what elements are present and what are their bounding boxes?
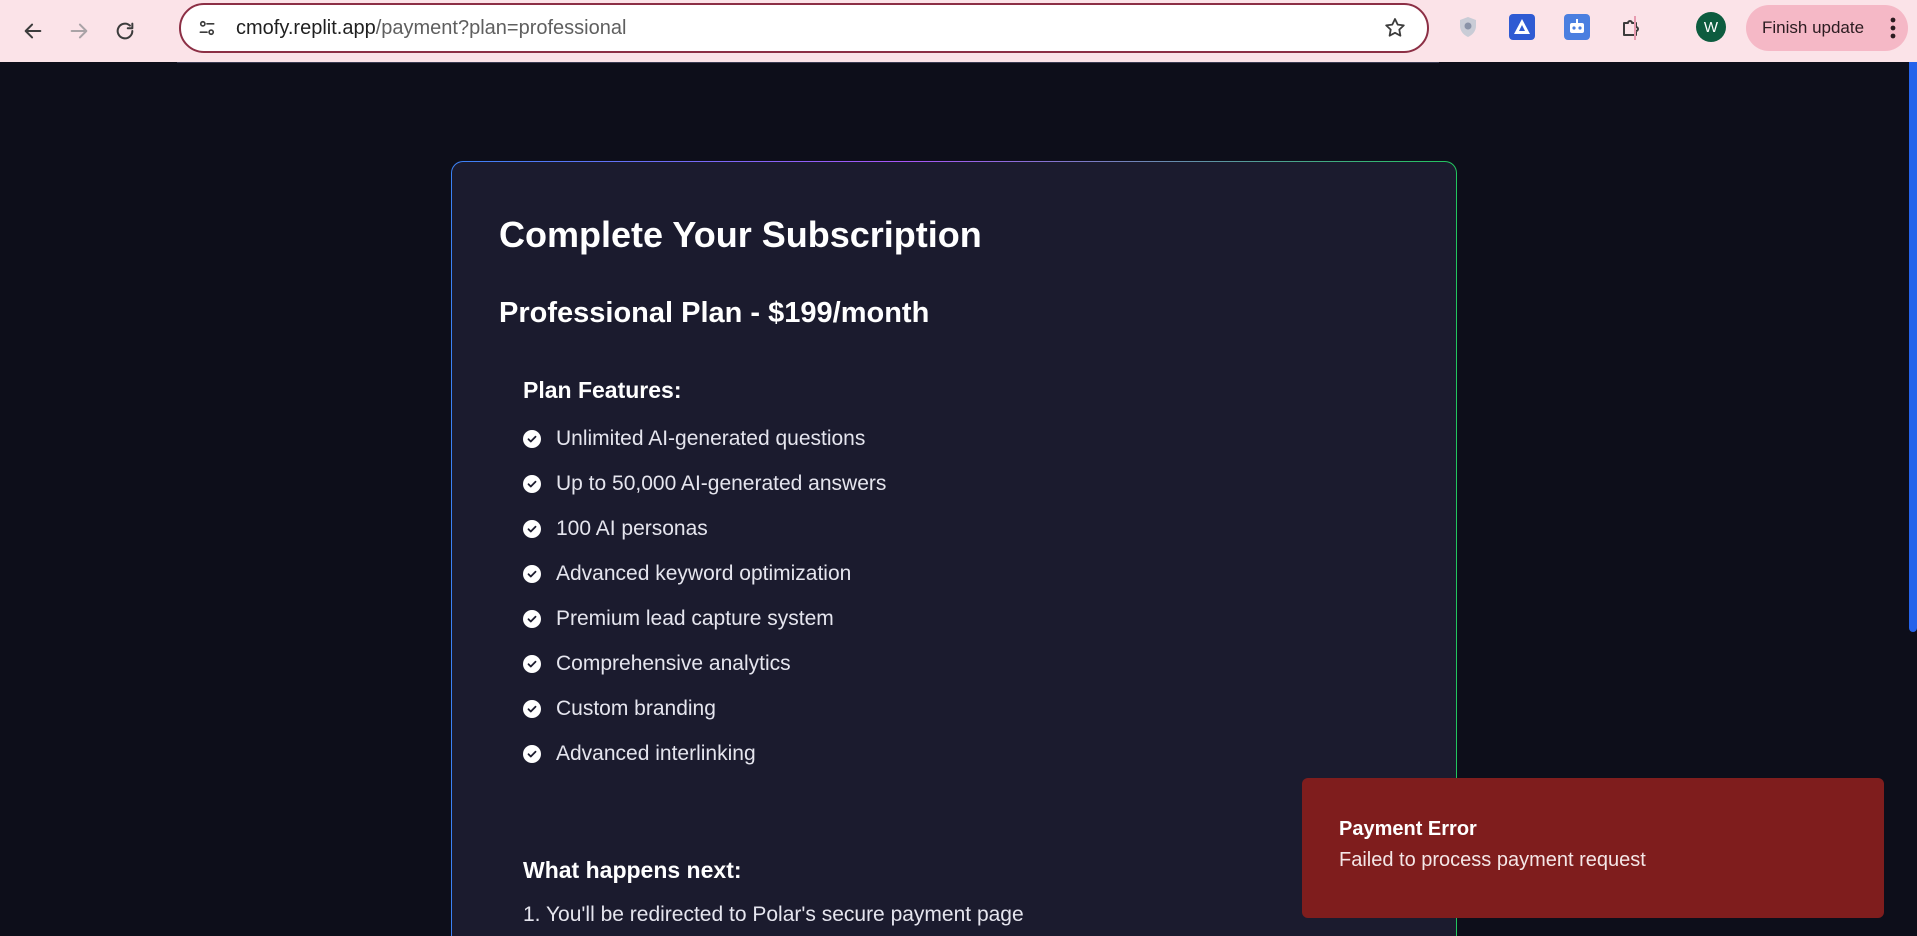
feature-text: Unlimited AI-generated questions	[556, 426, 866, 450]
feature-text: 100 AI personas	[556, 516, 708, 540]
check-circle-icon	[523, 474, 541, 493]
check-circle-icon	[523, 654, 541, 673]
robot-extension-icon[interactable]	[1562, 12, 1592, 42]
site-info-button[interactable]	[189, 10, 225, 46]
feature-item: Comprehensive analytics	[523, 641, 886, 686]
feature-text: Comprehensive analytics	[556, 651, 791, 675]
shield-extension-icon[interactable]	[1453, 12, 1483, 42]
extensions-puzzle-icon[interactable]	[1617, 12, 1647, 42]
feature-text: Up to 50,000 AI-generated answers	[556, 471, 887, 495]
feature-item: Premium lead capture system	[523, 596, 886, 641]
check-circle-icon	[523, 609, 541, 628]
reload-icon	[116, 22, 134, 40]
triangle-extension-icon[interactable]	[1507, 12, 1537, 42]
feature-text: Premium lead capture system	[556, 606, 834, 630]
feature-item: Advanced keyword optimization	[523, 551, 886, 596]
plan-title: Professional Plan - $199/month	[499, 297, 930, 329]
feature-text: Advanced interlinking	[556, 741, 756, 765]
finish-update-button[interactable]: Finish update	[1746, 5, 1908, 51]
next-step-item: 1. You'll be redirected to Polar's secur…	[523, 903, 1024, 926]
tune-icon	[199, 20, 215, 36]
forward-button[interactable]	[56, 8, 102, 54]
feature-item: 100 AI personas	[523, 506, 886, 551]
feature-item: Advanced interlinking	[523, 731, 886, 776]
feature-item: Unlimited AI-generated questions	[523, 416, 886, 461]
toolbar-divider	[1634, 16, 1636, 40]
back-button[interactable]	[10, 8, 56, 54]
toast-title: Payment Error	[1339, 818, 1477, 840]
page-viewport: Complete Your Subscription Professional …	[0, 62, 1917, 936]
url-text[interactable]: cmofy.replit.app/payment?plan=profession…	[236, 17, 626, 40]
feature-list: Unlimited AI-generated questions Up to 5…	[523, 416, 886, 776]
address-bar[interactable]: cmofy.replit.app/payment?plan=profession…	[179, 3, 1429, 53]
check-circle-icon	[523, 744, 541, 763]
feature-item: Custom branding	[523, 686, 886, 731]
check-circle-icon	[523, 429, 541, 448]
scrollbar-thumb[interactable]	[1909, 62, 1917, 632]
reload-button[interactable]	[102, 8, 148, 54]
url-host: cmofy.replit.app	[236, 16, 376, 39]
browser-toolbar: cmofy.replit.app/payment?plan=profession…	[0, 0, 1917, 62]
feature-item: Up to 50,000 AI-generated answers	[523, 461, 886, 506]
profile-avatar[interactable]: W	[1696, 12, 1726, 42]
finish-update-label: Finish update	[1762, 18, 1865, 37]
error-toast[interactable]: Payment Error Failed to process payment …	[1302, 778, 1884, 918]
feature-text: Custom branding	[556, 696, 716, 720]
check-circle-icon	[523, 519, 541, 538]
arrow-left-icon	[24, 23, 42, 39]
bookmark-star-icon[interactable]	[1383, 16, 1407, 45]
check-circle-icon	[523, 699, 541, 718]
check-circle-icon	[523, 564, 541, 583]
feature-text: Advanced keyword optimization	[556, 561, 852, 585]
avatar-letter: W	[1703, 18, 1719, 36]
features-heading: Plan Features:	[523, 377, 682, 403]
next-steps-heading: What happens next:	[523, 857, 742, 883]
header-divider	[177, 62, 1439, 63]
arrow-right-icon	[70, 23, 88, 39]
page-title: Complete Your Subscription	[499, 214, 982, 255]
toast-message: Failed to process payment request	[1339, 849, 1646, 871]
url-path: /payment?plan=professional	[375, 16, 627, 39]
more-vertical-icon[interactable]	[1890, 17, 1896, 44]
